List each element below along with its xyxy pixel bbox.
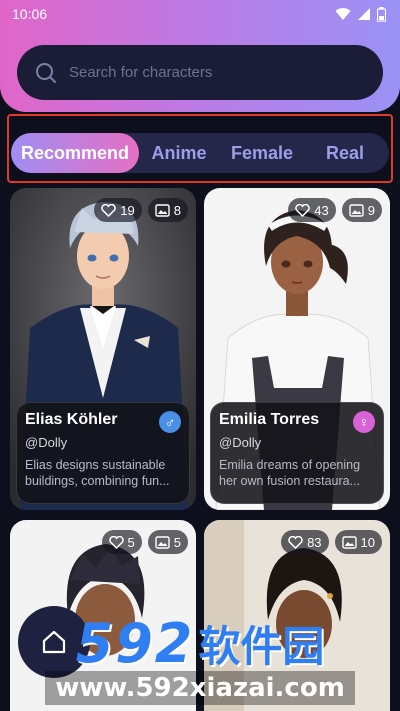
likes-count: 83	[281, 530, 329, 554]
category-tabs: Recommend Anime Female Real	[11, 133, 389, 173]
heart-icon	[108, 535, 124, 549]
tab-anime[interactable]: Anime	[139, 133, 219, 173]
card-stats: 43 9	[288, 198, 382, 222]
home-button[interactable]	[18, 606, 90, 678]
image-icon	[349, 203, 364, 217]
character-card[interactable]: 43 9 Emilia Torres @Dolly Emilia dreams …	[204, 188, 390, 510]
images-value: 10	[360, 534, 375, 550]
card-stats: 19 8	[94, 198, 188, 222]
status-bar: 10:06	[0, 0, 400, 28]
image-icon	[155, 203, 170, 217]
heart-icon	[295, 203, 311, 217]
heart-icon	[288, 535, 303, 549]
images-count: 5	[147, 530, 188, 554]
likes-count: 19	[94, 198, 142, 222]
home-icon	[42, 630, 66, 654]
images-count: 10	[334, 530, 382, 554]
images-count: 8	[147, 198, 188, 222]
images-value: 9	[367, 202, 375, 218]
status-time: 10:06	[12, 6, 48, 22]
tab-real[interactable]: Real	[305, 133, 385, 173]
likes-count: 43	[288, 198, 336, 222]
card-stats: 5 5	[101, 530, 188, 554]
status-icons	[335, 6, 386, 22]
wifi-icon	[335, 8, 351, 20]
search-icon	[36, 62, 56, 83]
image-icon	[341, 535, 357, 549]
images-value: 5	[173, 534, 181, 550]
images-value: 8	[173, 202, 181, 218]
character-description: Elias designs sustainable buildings, com…	[25, 458, 170, 488]
female-icon: ♀	[353, 411, 375, 433]
card-info: Emilia Torres @Dolly Emilia dreams of op…	[210, 402, 384, 504]
character-card[interactable]: 83 10	[204, 520, 390, 711]
images-count: 9	[341, 198, 382, 222]
card-stats: 83 10	[281, 530, 382, 554]
character-name: Emilia Torres	[219, 411, 320, 428]
search-input[interactable]: Search for characters	[17, 45, 383, 100]
creator-handle: @Dolly	[219, 435, 262, 450]
signal-icon	[358, 8, 370, 20]
character-card[interactable]: 19 8 Elias Köhler @Dolly Elias designs s…	[10, 188, 196, 510]
likes-value: 5	[127, 534, 135, 550]
card-info: Elias Köhler @Dolly Elias designs sustai…	[16, 402, 190, 504]
male-icon: ♂	[159, 411, 181, 433]
tab-recommend[interactable]: Recommend	[11, 133, 139, 173]
likes-count: 5	[101, 530, 142, 554]
character-name: Elias Köhler	[25, 411, 118, 428]
likes-value: 83	[307, 534, 322, 550]
tab-female[interactable]: Female	[219, 133, 305, 173]
likes-value: 43	[314, 202, 329, 218]
character-description: Emilia dreams of opening her own fusion …	[219, 458, 361, 488]
creator-handle: @Dolly	[25, 435, 68, 450]
heart-icon	[101, 203, 117, 217]
search-placeholder: Search for characters	[69, 64, 213, 81]
image-icon	[155, 535, 170, 549]
battery-icon	[377, 6, 386, 22]
likes-value: 19	[120, 202, 135, 218]
